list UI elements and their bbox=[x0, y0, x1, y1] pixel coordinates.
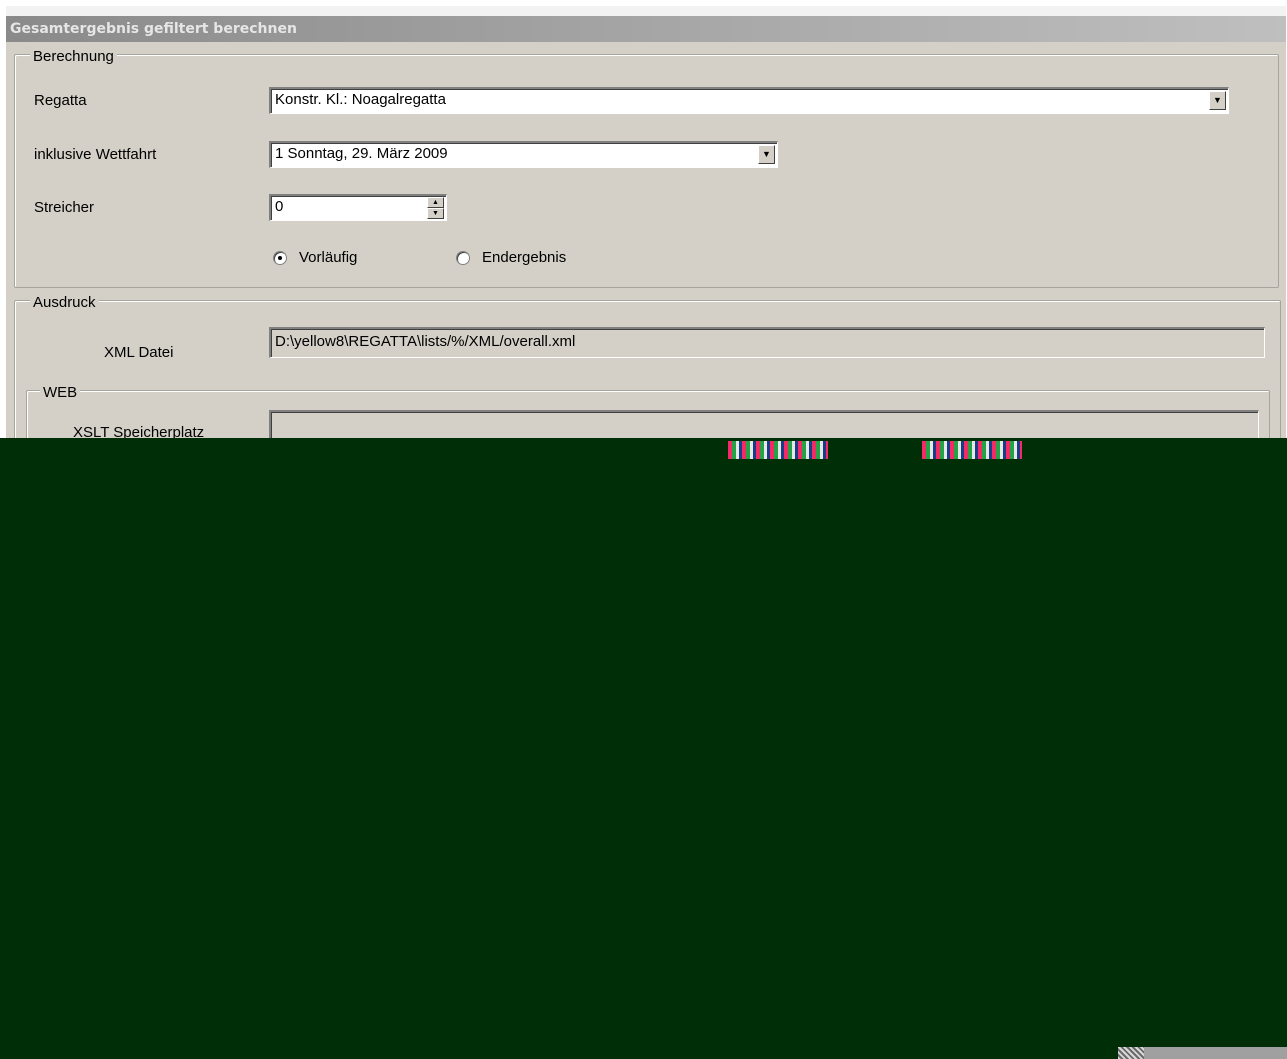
radio-vorlaeufig-label: Vorläufig bbox=[299, 249, 358, 266]
radio-checked-icon bbox=[273, 250, 287, 265]
window-top-strip bbox=[6, 6, 1286, 16]
regatta-value: Konstr. Kl.: Noagalregatta bbox=[275, 91, 446, 108]
wettfahrt-combobox[interactable]: 1 Sonntag, 29. März 2009 ▼ bbox=[269, 141, 778, 168]
regatta-combobox[interactable]: Konstr. Kl.: Noagalregatta ▼ bbox=[269, 87, 1229, 114]
spin-buttons[interactable]: ▲ ▼ bbox=[427, 197, 444, 219]
wettfahrt-value: 1 Sonntag, 29. März 2009 bbox=[275, 145, 448, 162]
xml-label: XML Datei bbox=[104, 344, 174, 361]
grip-icon bbox=[1118, 1047, 1144, 1059]
glitch-artifact bbox=[728, 441, 828, 459]
arrow-up-icon[interactable]: ▲ bbox=[427, 197, 444, 208]
radio-endergebnis[interactable]: Endergebnis bbox=[456, 249, 566, 266]
resize-grip[interactable] bbox=[1118, 1047, 1287, 1059]
corrupted-region bbox=[0, 438, 1287, 1059]
wettfahrt-label: inklusive Wettfahrt bbox=[34, 146, 157, 163]
radio-endergebnis-label: Endergebnis bbox=[482, 249, 567, 266]
window-title: Gesamtergebnis gefiltert berechnen bbox=[6, 16, 1286, 42]
chevron-down-icon[interactable]: ▼ bbox=[1209, 91, 1226, 110]
ausdruck-legend: Ausdruck bbox=[30, 294, 99, 312]
streicher-value: 0 bbox=[275, 198, 284, 215]
xml-file-value: D:\yellow8\REGATTA\lists/%/XML/overall.x… bbox=[275, 333, 576, 350]
xml-file-field[interactable]: D:\yellow8\REGATTA\lists/%/XML/overall.x… bbox=[269, 327, 1265, 358]
glitch-artifact bbox=[922, 441, 1022, 459]
xslt-storage-field[interactable] bbox=[269, 410, 1259, 440]
regatta-label: Regatta bbox=[34, 92, 87, 109]
streicher-stepper[interactable]: 0 ▲ ▼ bbox=[269, 194, 447, 221]
berechnung-legend: Berechnung bbox=[30, 48, 117, 66]
arrow-down-icon[interactable]: ▼ bbox=[427, 208, 444, 219]
web-legend: WEB bbox=[40, 384, 81, 402]
chevron-down-icon[interactable]: ▼ bbox=[758, 145, 775, 164]
radio-unchecked-icon bbox=[456, 250, 470, 265]
streicher-label: Streicher bbox=[34, 199, 95, 216]
radio-vorlaeufig[interactable]: Vorläufig bbox=[273, 249, 357, 266]
